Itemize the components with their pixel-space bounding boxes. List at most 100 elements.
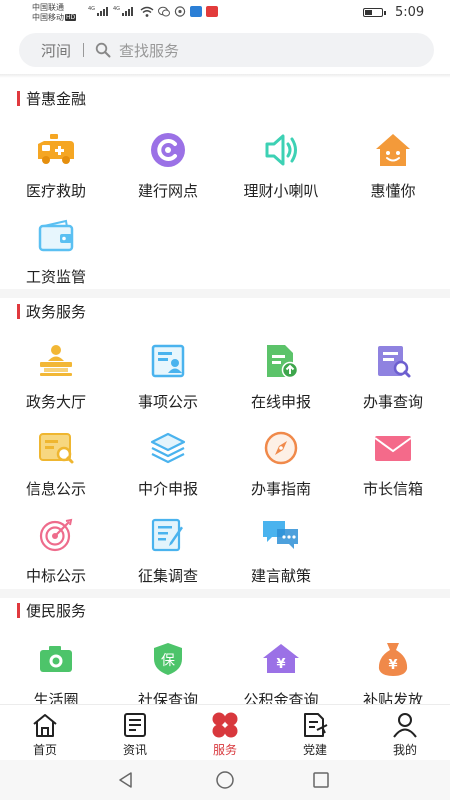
section-divider: [0, 289, 450, 298]
money-bag-icon: ¥: [371, 637, 415, 681]
service-counter-icon: [34, 339, 78, 383]
service-label: 建行网点: [137, 182, 198, 200]
home-icon: [31, 711, 59, 739]
service-item-ccb-branch[interactable]: 建行网点: [112, 128, 224, 208]
back-icon[interactable]: [117, 771, 135, 789]
chat-bubbles-icon: [259, 513, 303, 557]
section-title: 政务服务: [26, 303, 87, 321]
service-item-info-notice[interactable]: 信息公示: [0, 426, 112, 506]
carrier-2: 中国移动: [32, 13, 64, 22]
accent-bar: [17, 603, 20, 618]
ccb-logo-icon: [146, 128, 190, 172]
system-nav-bar: [0, 760, 450, 800]
nav-party-building[interactable]: 党建: [270, 705, 360, 761]
service-item-huidongni[interactable]: 惠懂你: [337, 128, 449, 208]
yuan-house-icon: ¥: [259, 637, 303, 681]
svg-text:¥: ¥: [276, 657, 285, 672]
nav-services[interactable]: 服务: [180, 705, 270, 761]
shield-icon: 保: [146, 637, 190, 681]
service-item-affairs-query[interactable]: 办事查询: [337, 339, 449, 419]
service-item-online-declaration[interactable]: 在线申报: [225, 339, 337, 419]
news-icon: [121, 711, 149, 739]
nav-label: 我的: [392, 743, 417, 757]
carrier-1: 中国联通: [32, 3, 64, 12]
svg-text:保: 保: [161, 653, 175, 669]
party-doc-icon: [301, 711, 329, 739]
service-item-bid-notice[interactable]: 中标公示: [0, 513, 112, 593]
flower-grid-icon: [211, 711, 239, 739]
accent-bar: [17, 304, 20, 319]
service-label: 信息公示: [25, 480, 86, 498]
service-item-survey[interactable]: 征集调查: [112, 513, 224, 593]
hd-badge: HD: [65, 14, 77, 21]
envelope-icon: [371, 426, 415, 470]
service-item-suggestions[interactable]: 建言献策: [225, 513, 337, 593]
service-label: 办事指南: [250, 480, 311, 498]
wechat-icon: [158, 6, 170, 17]
search-bar[interactable]: 河间 查找服务: [19, 33, 434, 67]
divider: [0, 74, 450, 78]
service-label: 中介申报: [137, 480, 198, 498]
signal-icon: 4G: [88, 6, 109, 16]
service-item-affairs-guide[interactable]: 办事指南: [225, 426, 337, 506]
status-bar: 中国联通 中国移动 HD 4G 4G 5:09: [0, 0, 450, 28]
compass-icon: [259, 426, 303, 470]
service-label: 政务大厅: [25, 393, 86, 411]
service-label: 在线申报: [250, 393, 311, 411]
clock: 5:09: [395, 5, 425, 20]
app-notification-icon: [206, 6, 218, 17]
service-label: 理财小喇叭: [243, 182, 319, 200]
section-title: 便民服务: [26, 602, 87, 620]
info-search-icon: [34, 426, 78, 470]
speaker-icon: [259, 128, 303, 172]
section-header: 便民服务: [17, 600, 86, 621]
city-selector[interactable]: 河间: [41, 40, 71, 61]
divider: [83, 43, 85, 57]
service-label: 征集调查: [137, 567, 198, 585]
recents-icon[interactable]: [312, 771, 330, 789]
home-button-icon[interactable]: [215, 771, 235, 789]
section-header: 政务服务: [17, 301, 86, 322]
nav-me[interactable]: 我的: [360, 705, 450, 761]
wallet-icon: [34, 214, 78, 258]
smiling-house-icon: [371, 128, 415, 172]
service-item-matter-notice[interactable]: 事项公示: [112, 339, 224, 419]
service-label: 办事查询: [362, 393, 423, 411]
service-item-government-hall[interactable]: 政务大厅: [0, 339, 112, 419]
service-label: 建言献策: [250, 567, 311, 585]
search-input[interactable]: 查找服务: [119, 40, 179, 61]
service-item-mayor-mailbox[interactable]: 市长信箱: [337, 426, 449, 506]
battery-icon: [363, 8, 386, 17]
search-icon: [95, 42, 111, 58]
layers-icon: [146, 426, 190, 470]
service-label: 市长信箱: [362, 480, 423, 498]
service-item-wage-supervision[interactable]: 工资监管: [0, 214, 112, 294]
camera-icon: [34, 637, 78, 681]
service-label: 惠懂你: [370, 182, 416, 200]
wifi-icon: [140, 6, 154, 17]
nav-home[interactable]: 首页: [0, 705, 90, 761]
service-label: 事项公示: [137, 393, 198, 411]
nav-label: 首页: [32, 743, 57, 757]
bottom-nav: 首页 资讯 服务 党建 我的: [0, 704, 450, 760]
svg-text:¥: ¥: [388, 658, 397, 673]
nav-label: 服务: [212, 743, 237, 757]
edit-form-icon: [146, 513, 190, 557]
carrier-info: 中国联通 中国移动 HD: [32, 3, 77, 23]
section-header: 普惠金融: [17, 88, 86, 109]
service-item-medical-aid[interactable]: 医疗救助: [0, 128, 112, 208]
section-title: 普惠金融: [26, 90, 87, 108]
section-divider: [0, 589, 450, 598]
user-icon: [391, 711, 419, 739]
nav-news[interactable]: 资讯: [90, 705, 180, 761]
ambulance-icon: [34, 128, 78, 172]
target-icon: [34, 513, 78, 557]
service-item-agency-declaration[interactable]: 中介申报: [112, 426, 224, 506]
circle-app-icon: [174, 6, 186, 17]
service-item-finance-speaker[interactable]: 理财小喇叭: [225, 128, 337, 208]
upload-document-icon: [259, 339, 303, 383]
notice-board-icon: [146, 339, 190, 383]
nav-label: 党建: [302, 743, 327, 757]
service-label: 工资监管: [25, 268, 86, 286]
accent-bar: [17, 91, 20, 106]
